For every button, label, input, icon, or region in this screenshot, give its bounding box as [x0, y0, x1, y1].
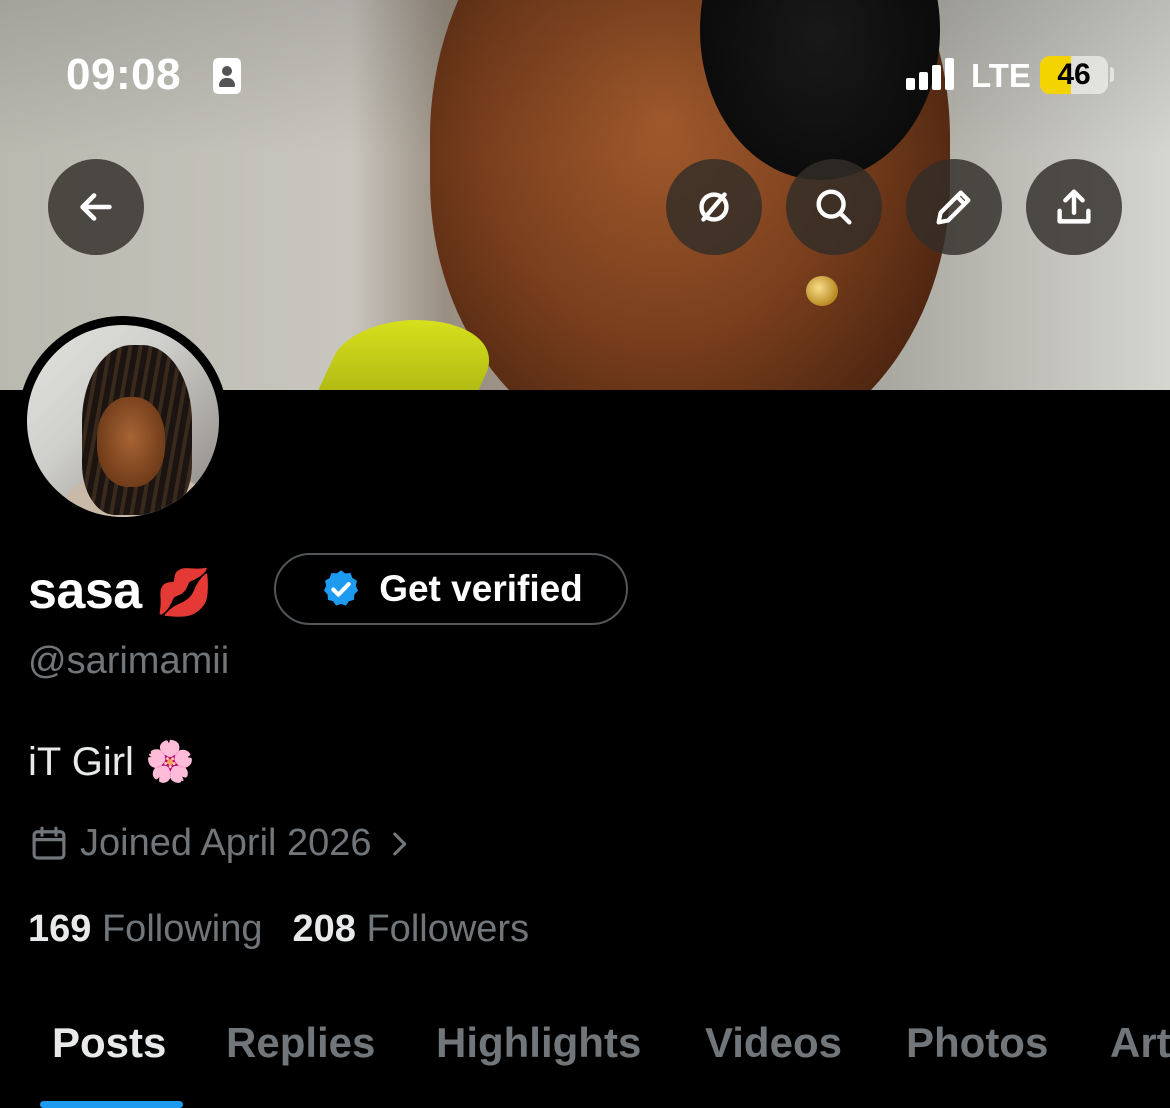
followers-count: 208 [292, 908, 356, 950]
get-verified-button[interactable]: Get verified [274, 553, 628, 625]
search-icon [816, 189, 852, 225]
follow-stats: 169 Following 208 Followers [28, 908, 529, 951]
display-name-text: sasa [28, 562, 142, 620]
lips-emoji: 💋 [155, 566, 213, 618]
avatar[interactable] [18, 316, 228, 526]
share-button[interactable] [1026, 159, 1122, 255]
following-label: Following [101, 908, 263, 950]
battery-tip [1110, 67, 1114, 82]
back-button[interactable] [48, 159, 144, 255]
pencil-icon [936, 190, 971, 225]
username-handle: @sarimamii [28, 640, 230, 682]
bio-text: iT Girl 🌸 [28, 740, 195, 784]
edit-button[interactable] [906, 159, 1002, 255]
active-tab-indicator [40, 1101, 183, 1108]
get-verified-label: Get verified [379, 568, 583, 609]
network-type: LTE [971, 57, 1031, 94]
tab-replies[interactable]: Replies [226, 1019, 375, 1067]
share-icon [1057, 189, 1091, 224]
following-count: 169 [28, 908, 92, 950]
arrow-left-icon [80, 193, 112, 221]
signal-strength-icon [906, 58, 958, 90]
tab-photos[interactable]: Photos [906, 1019, 1048, 1067]
following-link[interactable]: 169 Following [28, 908, 263, 951]
grok-button[interactable] [666, 159, 762, 255]
battery-percent: 46 [1057, 58, 1091, 91]
display-name: sasa 💋 [28, 561, 213, 621]
verified-badge-icon [324, 570, 359, 606]
profile-tabs: Posts Replies Highlights Videos Photos A… [0, 1015, 1170, 1108]
tab-highlights[interactable]: Highlights [436, 1019, 641, 1067]
no-grok-icon [699, 192, 729, 222]
joined-date: Joined April 2026 [80, 822, 372, 864]
chevron-right-icon [392, 832, 406, 855]
followers-link[interactable]: 208 Followers [293, 908, 530, 951]
battery-indicator: 46 [1040, 56, 1108, 94]
tab-articles[interactable]: Art [1110, 1019, 1170, 1067]
search-button[interactable] [786, 159, 882, 255]
followers-label: Followers [366, 908, 530, 950]
contact-card-icon [213, 58, 241, 94]
status-time: 09:08 [66, 50, 182, 99]
tab-posts[interactable]: Posts [52, 1019, 166, 1067]
joined-date-row[interactable]: Joined April 2026 [28, 822, 416, 865]
calendar-icon [32, 826, 66, 860]
tab-videos[interactable]: Videos [705, 1019, 842, 1067]
avatar-photo [27, 325, 219, 517]
